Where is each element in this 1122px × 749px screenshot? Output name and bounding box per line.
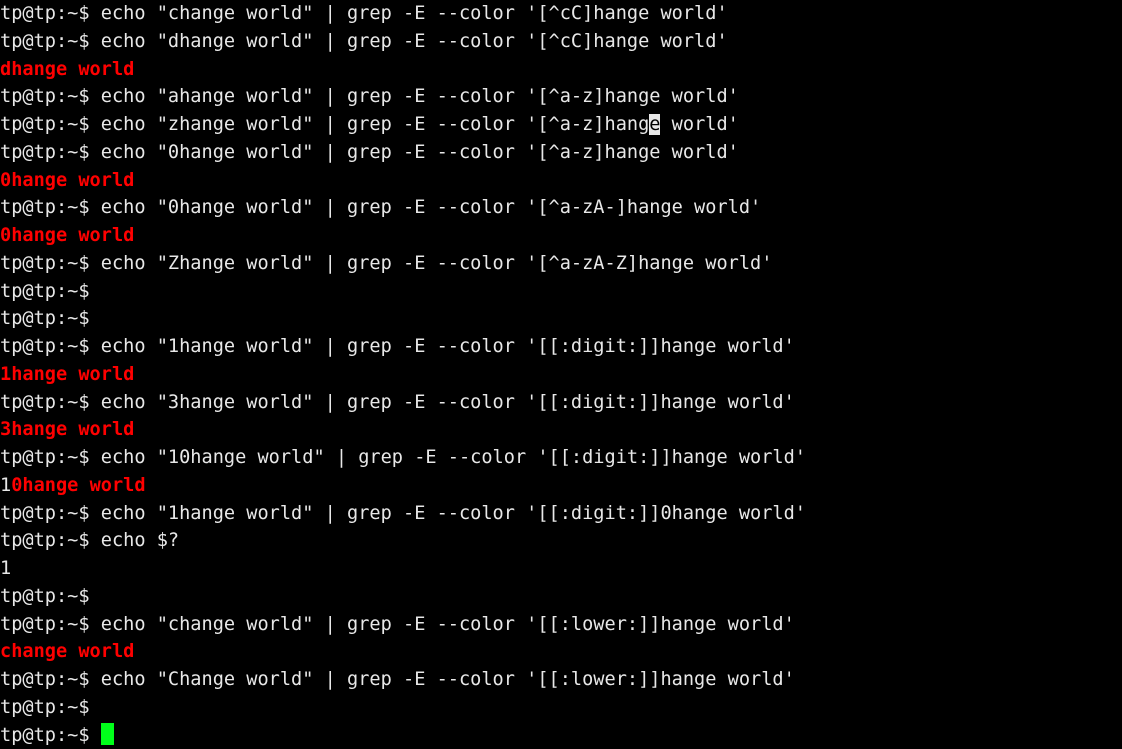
- terminal-command-text: tp@tp:~$ echo $?: [0, 530, 180, 552]
- terminal-line: tp@tp:~$ echo "10hange world" | grep -E …: [0, 444, 1122, 472]
- terminal-line: tp@tp:~$: [0, 722, 1122, 749]
- terminal-line: 0hange world: [0, 167, 1122, 195]
- terminal-line: tp@tp:~$ echo "3hange world" | grep -E -…: [0, 389, 1122, 417]
- terminal-command-text: world': [660, 114, 739, 135]
- terminal-command-text: tp@tp:~$ echo "ahange world" | grep -E -…: [0, 86, 739, 108]
- terminal-screen[interactable]: tp@tp:~$ echo "change world" | grep -E -…: [0, 0, 1122, 749]
- terminal-line: tp@tp:~$ echo "zhange world" | grep -E -…: [0, 111, 1122, 139]
- terminal-command-text: tp@tp:~$ echo "10hange world" | grep -E …: [0, 447, 806, 468]
- terminal-line: dhange world: [0, 56, 1122, 84]
- grep-match-text: 1hange world: [0, 363, 135, 385]
- terminal-line: tp@tp:~$ echo "change world" | grep -E -…: [0, 0, 1122, 28]
- terminal-line: 1hange world: [0, 361, 1122, 389]
- terminal-output-text: 1: [0, 474, 12, 496]
- terminal-line: tp@tp:~$ echo "Zhange world" | grep -E -…: [0, 250, 1122, 278]
- terminal-command-text: tp@tp:~$ echo "0hange world" | grep -E -…: [0, 197, 762, 219]
- terminal-line: tp@tp:~$ echo "1hange world" | grep -E -…: [0, 500, 1122, 528]
- terminal-command-text: tp@tp:~$ echo "change world" | grep -E -…: [0, 613, 795, 635]
- terminal-line: tp@tp:~$: [0, 694, 1122, 722]
- terminal-line: 0hange world: [0, 222, 1122, 250]
- grep-match-text: 0hange world: [11, 474, 146, 496]
- terminal-line: tp@tp:~$ echo "1hange world" | grep -E -…: [0, 333, 1122, 361]
- terminal-command-text: tp@tp:~$: [0, 308, 101, 330]
- terminal-command-text: tp@tp:~$ echo "change world" | grep -E -…: [0, 3, 728, 24]
- terminal-command-text: tp@tp:~$ echo "dhange world" | grep -E -…: [0, 30, 728, 52]
- grep-match-text: 0hange world: [0, 225, 135, 246]
- terminal-command-text: tp@tp:~$ echo "Change world" | grep -E -…: [0, 669, 795, 690]
- terminal-line: 10hange world: [0, 472, 1122, 500]
- terminal-line: 3hange world: [0, 416, 1122, 444]
- terminal-command-text: tp@tp:~$ echo "1hange world" | grep -E -…: [0, 502, 806, 524]
- terminal-line: tp@tp:~$ echo "0hange world" | grep -E -…: [0, 139, 1122, 167]
- terminal-line: tp@tp:~$: [0, 278, 1122, 306]
- terminal-line: tp@tp:~$ echo "0hange world" | grep -E -…: [0, 194, 1122, 222]
- grep-match-text: 3hange world: [0, 419, 135, 441]
- terminal-command-text: tp@tp:~$: [0, 280, 101, 302]
- terminal-line: tp@tp:~$ echo "dhange world" | grep -E -…: [0, 28, 1122, 56]
- terminal-line: tp@tp:~$ echo "Change world" | grep -E -…: [0, 666, 1122, 694]
- grep-match-text: dhange world: [0, 58, 135, 80]
- inverse-cursor: e: [649, 114, 661, 135]
- block-cursor: [100, 722, 115, 745]
- terminal-line: tp@tp:~$: [0, 305, 1122, 333]
- terminal-command-text: tp@tp:~$ echo "Zhange world" | grep -E -…: [0, 252, 773, 274]
- terminal-command-text: tp@tp:~$ echo "zhange world" | grep -E -…: [0, 114, 650, 135]
- terminal-command-text: tp@tp:~$ echo "3hange world" | grep -E -…: [0, 391, 795, 413]
- terminal-command-text: tp@tp:~$ echo "0hange world" | grep -E -…: [0, 141, 739, 163]
- terminal-line: tp@tp:~$: [0, 583, 1122, 611]
- terminal-line: tp@tp:~$ echo $?: [0, 527, 1122, 555]
- grep-match-text: change world: [0, 641, 135, 663]
- terminal-line: change world: [0, 638, 1122, 666]
- terminal-command-text: tp@tp:~$: [0, 696, 101, 718]
- grep-match-text: 0hange world: [0, 169, 135, 191]
- terminal-line: tp@tp:~$ echo "change world" | grep -E -…: [0, 611, 1122, 639]
- terminal-command-text: tp@tp:~$: [0, 585, 101, 607]
- terminal-command-text: tp@tp:~$: [0, 724, 101, 746]
- terminal-line: tp@tp:~$ echo "ahange world" | grep -E -…: [0, 83, 1122, 111]
- terminal-output-text: 1: [0, 558, 12, 579]
- terminal-command-text: tp@tp:~$ echo "1hange world" | grep -E -…: [0, 336, 795, 357]
- terminal-line: 1: [0, 555, 1122, 583]
